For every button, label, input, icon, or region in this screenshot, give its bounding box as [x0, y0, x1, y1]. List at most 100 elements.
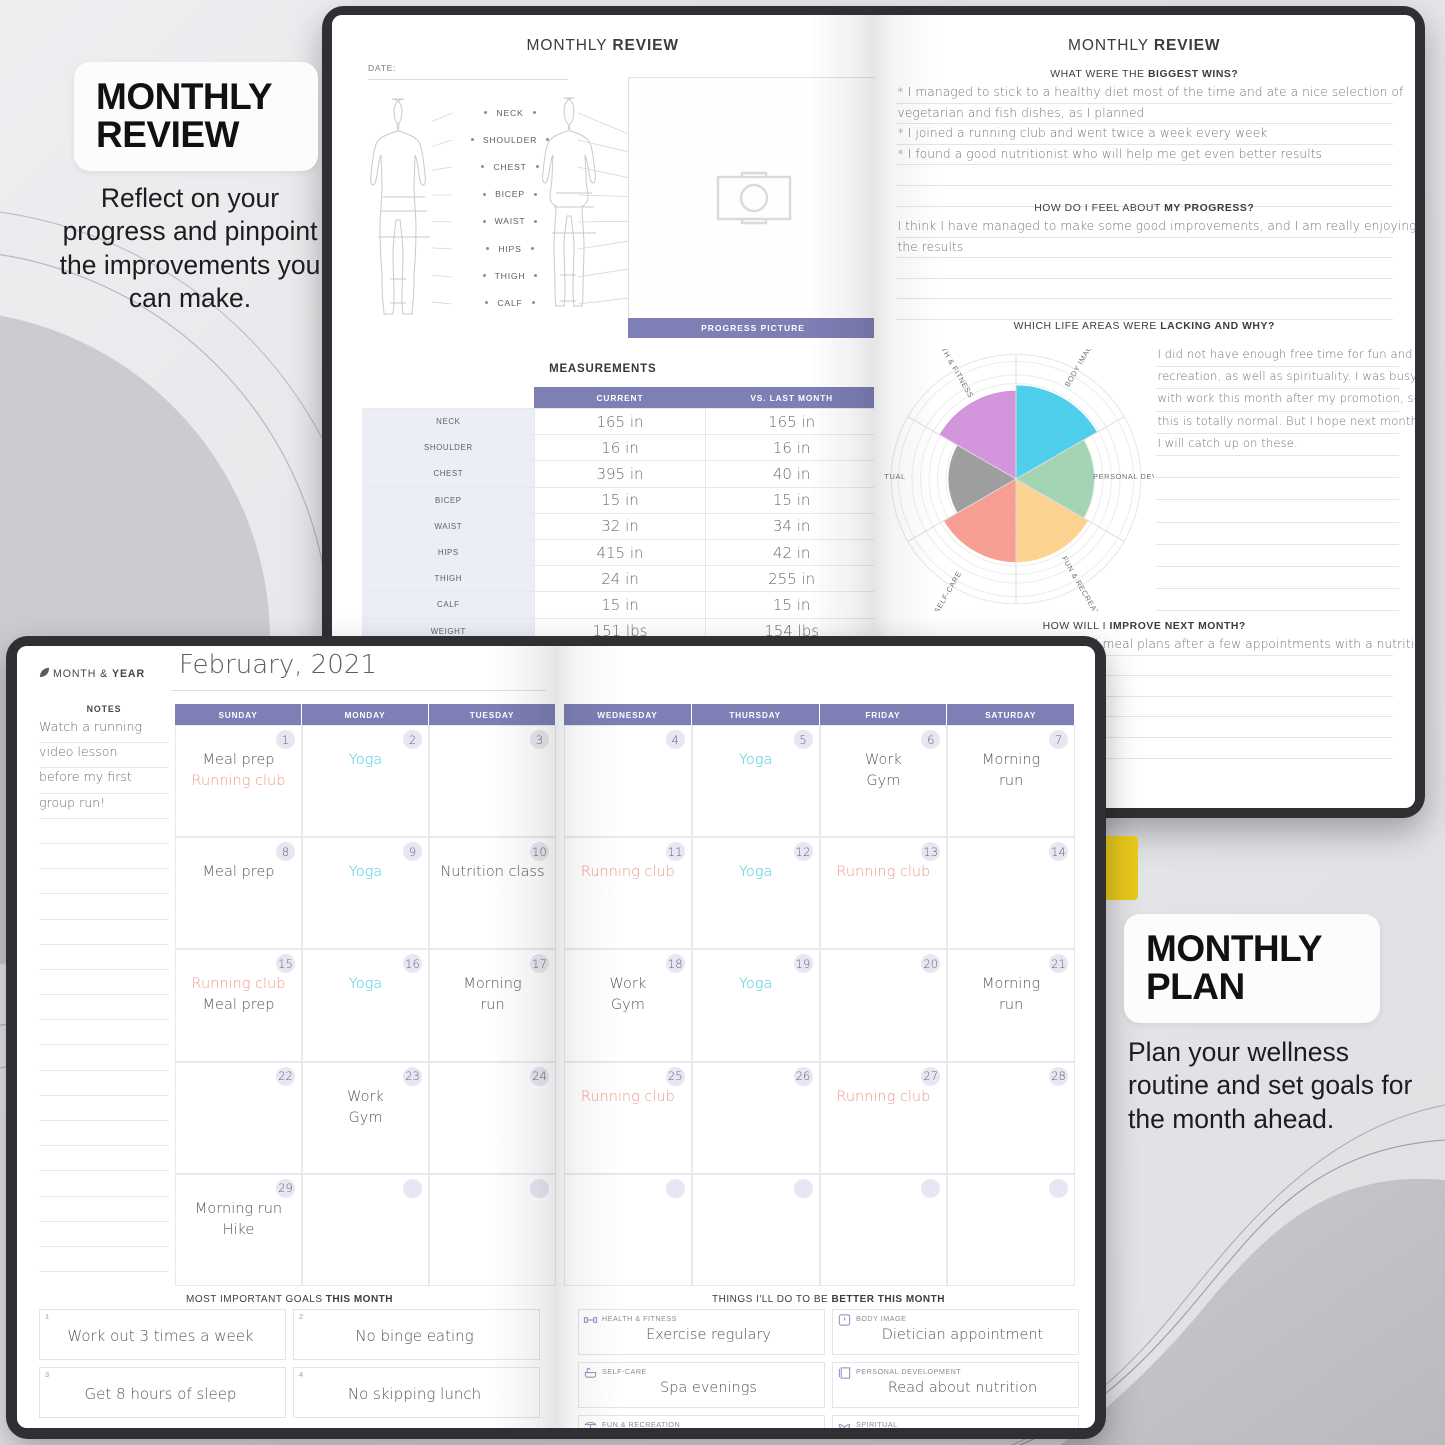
measurement-last[interactable]: 165 in — [705, 407, 874, 436]
calendar-day-cell[interactable]: 1 Meal prep Running club — [175, 725, 302, 838]
note-line[interactable] — [39, 1197, 169, 1222]
calendar-day-cell[interactable]: 3 — [429, 725, 556, 838]
ruled-line[interactable] — [1155, 523, 1399, 545]
calendar-day-cell[interactable]: 29 Morning run Hike — [175, 1173, 302, 1286]
ruled-line[interactable]: with work this month after my promotion,… — [1155, 389, 1415, 412]
measurement-last[interactable]: 15 in — [705, 486, 874, 514]
note-line[interactable]: Watch a running — [39, 718, 169, 744]
calendar-day-cell[interactable]: 5 Yoga — [691, 725, 820, 838]
calendar-day-cell[interactable]: 19 Yoga — [691, 949, 820, 1062]
note-line[interactable] — [39, 844, 169, 870]
goal-box[interactable]: 4 No skipping lunch — [293, 1367, 540, 1418]
ruled-line[interactable]: this is totally normal. But I hope next … — [1155, 412, 1415, 434]
note-line[interactable] — [39, 1071, 169, 1096]
calendar-day-cell[interactable]: 14 — [947, 837, 1075, 950]
measurement-current[interactable]: 16 in — [533, 434, 707, 462]
calendar-day-cell[interactable]: 2 Yoga — [302, 725, 429, 838]
note-line[interactable] — [39, 1146, 169, 1172]
measurement-last[interactable]: 16 in — [705, 434, 874, 462]
calendar-day-cell[interactable]: 6 Work Gym — [819, 725, 948, 838]
note-line[interactable] — [39, 970, 169, 996]
lacking-areas-answer[interactable]: I did not have enough free time for fun … — [1155, 345, 1415, 612]
measurement-current[interactable]: 415 in — [533, 538, 707, 567]
calendar-day-cell[interactable]: 27 Running club — [819, 1061, 948, 1174]
calendar-day-cell[interactable] — [564, 1173, 692, 1286]
calendar-day-cell[interactable]: 25 Running club — [564, 1061, 692, 1174]
measurement-current[interactable]: 24 in — [533, 565, 707, 593]
month-year-value[interactable]: February, 2021 — [179, 650, 377, 680]
calendar-day-cell[interactable]: 22 — [175, 1061, 302, 1174]
ruled-line[interactable] — [1155, 545, 1399, 567]
better-box[interactable]: HEALTH & FITNESS Exercise regulary — [578, 1309, 825, 1355]
note-line[interactable] — [39, 1045, 169, 1071]
measurement-current[interactable]: 32 in — [533, 512, 707, 540]
better-box[interactable]: SPIRITUAL Attend yoga sessions — [832, 1415, 1079, 1428]
ruled-line[interactable]: I think I have managed to make some good… — [895, 217, 1415, 238]
progress-picture-box[interactable] — [628, 77, 874, 319]
ruled-line[interactable] — [1155, 589, 1399, 612]
ruled-line[interactable] — [1155, 500, 1399, 523]
ruled-line[interactable] — [895, 299, 1393, 320]
ruled-line[interactable] — [895, 165, 1393, 186]
ruled-line[interactable]: I did not have enough free time for fun … — [1155, 345, 1412, 368]
note-line[interactable] — [39, 894, 169, 920]
note-line[interactable]: video lesson — [39, 743, 169, 769]
ruled-line[interactable]: the results — [895, 238, 1393, 259]
measurement-last[interactable]: 42 in — [705, 538, 874, 567]
better-box[interactable]: FUN & RECREATION Running club — [578, 1415, 825, 1428]
note-line[interactable] — [39, 1247, 169, 1273]
better-box[interactable]: SELF-CARE Spa evenings — [578, 1362, 825, 1408]
measurement-current[interactable]: 15 in — [533, 486, 707, 514]
note-line[interactable] — [39, 1171, 169, 1197]
note-line[interactable] — [39, 1020, 169, 1046]
note-line[interactable] — [39, 920, 169, 945]
date-input[interactable] — [368, 79, 568, 80]
calendar-day-cell[interactable]: 9 Yoga — [302, 837, 429, 950]
note-line[interactable] — [39, 819, 169, 844]
ruled-line[interactable]: I will catch up on these. — [1155, 434, 1399, 456]
ruled-line[interactable]: recreation, as well as spirituality. I w… — [1155, 367, 1415, 390]
calendar-day-cell[interactable]: 18 Work Gym — [564, 949, 692, 1062]
calendar-day-cell[interactable] — [691, 1173, 820, 1286]
measurement-current[interactable]: 165 in — [533, 407, 707, 436]
note-line[interactable] — [39, 1096, 169, 1121]
goal-box[interactable]: 2 No binge eating — [293, 1309, 540, 1360]
calendar-day-cell[interactable]: 23 Work Gym — [302, 1061, 429, 1174]
biggest-wins-answer[interactable]: * I managed to stick to a healthy diet m… — [895, 83, 1403, 207]
ruled-line[interactable]: * I joined a running club and went twice… — [895, 124, 1393, 145]
ruled-line[interactable]: vegetarian and fish dishes, as I planned — [895, 104, 1393, 125]
ruled-line[interactable]: * I found a good nutritionist who will h… — [895, 145, 1393, 166]
ruled-line[interactable]: * I managed to stick to a healthy diet m… — [895, 83, 1403, 104]
measurement-current[interactable]: 15 in — [533, 591, 707, 619]
calendar-day-cell[interactable] — [302, 1173, 429, 1286]
notes-column[interactable]: NOTES Watch a running video lesson before … — [39, 704, 169, 1286]
calendar-day-cell[interactable]: 7 Morning run — [947, 725, 1075, 838]
note-line[interactable] — [39, 1222, 169, 1247]
calendar-day-cell[interactable]: 16 Yoga — [302, 949, 429, 1062]
calendar-day-cell[interactable]: 12 Yoga — [691, 837, 820, 950]
calendar-day-cell[interactable] — [947, 1173, 1075, 1286]
calendar-day-cell[interactable]: 13 Running club — [819, 837, 948, 950]
note-line[interactable] — [39, 1121, 169, 1147]
calendar-day-cell[interactable]: 24 — [429, 1061, 556, 1174]
calendar-day-cell[interactable] — [819, 1173, 948, 1286]
measurement-last[interactable]: 255 in — [705, 565, 874, 593]
calendar-day-cell[interactable]: 10 Nutrition class — [429, 837, 556, 950]
better-box[interactable]: PERSONAL DEVELOPMENT Read about nutritio… — [832, 1362, 1079, 1408]
note-line[interactable] — [39, 869, 169, 895]
measurement-current[interactable]: 395 in — [533, 460, 707, 488]
ruled-line[interactable] — [1155, 478, 1399, 501]
note-line[interactable]: group run! — [39, 794, 169, 819]
calendar-day-cell[interactable]: 28 — [947, 1061, 1075, 1174]
better-box[interactable]: BODY IMAGE Dietician appointment — [832, 1309, 1079, 1355]
ruled-line[interactable] — [895, 279, 1393, 300]
calendar-day-cell[interactable]: 20 — [819, 949, 948, 1062]
goal-box[interactable]: 1 Work out 3 times a week — [39, 1309, 286, 1360]
note-line[interactable]: before my first — [39, 768, 169, 794]
calendar-day-cell[interactable] — [429, 1173, 556, 1286]
calendar-day-cell[interactable]: 17 Morning run — [429, 949, 556, 1062]
progress-feeling-answer[interactable]: I think I have managed to make some good… — [895, 217, 1415, 320]
calendar-day-cell[interactable]: 26 — [691, 1061, 820, 1174]
ruled-line[interactable] — [1155, 456, 1399, 479]
note-line[interactable] — [39, 945, 169, 970]
